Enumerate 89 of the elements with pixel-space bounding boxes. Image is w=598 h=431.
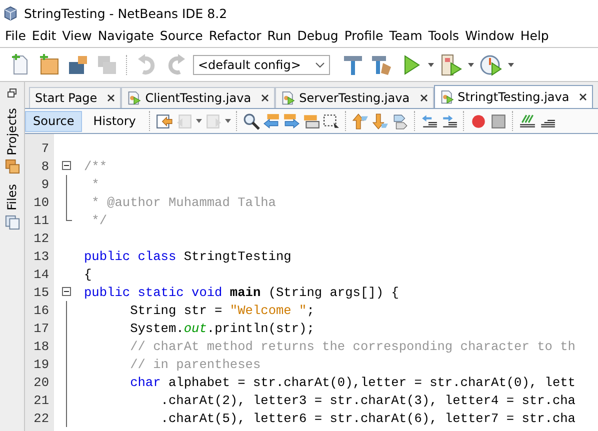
selection-icon[interactable] [322,112,340,130]
line-number: 16 [32,302,50,318]
menu-item[interactable]: Window [462,28,518,43]
menu-item[interactable]: File [2,28,29,43]
side-panel-tab[interactable]: Projects [5,108,19,156]
editor-tab[interactable]: ClientTesting.java [121,87,276,108]
restore-window-icon[interactable] [7,88,17,98]
collapse-fold-icon[interactable] [62,287,71,296]
line-number: 10 [32,194,50,210]
code-line: * @author Muhammad Talha [90,194,276,210]
app-cube-icon [3,6,18,20]
code-line: char alphabet = str.charAt(0),letter = str.charAt(0), lett [129,374,576,390]
code-line: .charAt(2), letter3 = str.charAt(3), letter4 = str.cha [160,392,576,408]
menu-item[interactable]: Tools [425,28,462,43]
code-line: // charAt method returns the corresponding character to th [129,338,576,354]
arrow-right-icon[interactable] [282,112,300,130]
code-line: // in parentheses [129,356,261,372]
view-toggle-button[interactable]: Source [25,110,82,132]
close-icon[interactable] [420,94,428,102]
line-number: 20 [32,374,50,390]
shift-right-icon[interactable] [440,112,458,130]
code-line: String str = "Welcome "; [129,302,314,318]
java-file-icon [281,91,296,105]
new-project-icon[interactable] [37,52,61,76]
stop-icon[interactable] [490,112,507,130]
side-panel-tab[interactable]: Files [5,184,19,211]
chevron-down-icon [315,62,325,68]
menu-item[interactable]: Profile [341,28,386,43]
menu-item[interactable]: Team [386,28,426,43]
code-line: { [84,266,92,282]
close-icon[interactable] [107,94,116,102]
caret-icon[interactable] [508,62,514,66]
code-line: /** [84,158,108,174]
code-line: System.out.println(str); [129,320,314,336]
line-number: 12 [32,230,50,246]
code-line: */ [90,212,108,228]
code-line: public class StringtTesting [84,248,292,264]
menu-item[interactable]: Source [156,28,206,43]
stacked-folders-icon [4,159,20,174]
line-number: 21 [32,392,50,408]
menu-item[interactable]: Help [517,28,552,43]
tag-icon[interactable] [392,112,409,130]
menu-item[interactable]: Run [264,28,294,43]
code-line: .charAt(5), letter6 = str.charAt(6), letter7 = str.cha [160,410,576,426]
editor-tab[interactable]: Start Page [29,87,122,108]
menu-item[interactable]: View [59,28,95,43]
line-number: 9 [40,176,50,192]
editor-tab[interactable]: ServerTesting.java [275,87,434,108]
comment-icon[interactable] [518,112,536,130]
caret-icon[interactable] [196,119,202,123]
menu-item[interactable]: Refactor [206,28,264,43]
last-edit-icon[interactable] [156,112,173,130]
arrow-left-icon[interactable] [262,112,280,130]
line-number: 15 [32,284,50,300]
shift-left-icon[interactable] [420,112,438,130]
java-file-icon [127,91,142,105]
menu-item[interactable]: Navigate [94,28,157,43]
arrow-up-icon[interactable] [352,112,369,130]
line-number: 11 [32,212,50,228]
view-toggle-button[interactable]: History [85,110,144,132]
caret-icon[interactable] [428,62,434,66]
close-icon[interactable] [579,93,588,101]
menu-item[interactable]: Debug [294,28,342,43]
line-number: 7 [40,140,50,156]
menu-item[interactable]: Edit [28,28,60,43]
line-number: 17 [32,320,50,336]
record-icon[interactable] [470,112,487,130]
line-number: 13 [32,248,50,264]
line-number: 8 [40,158,50,174]
code-line: * [90,176,100,192]
collapse-fold-icon[interactable] [62,161,71,170]
arrow-down-icon[interactable] [372,112,389,130]
caret-icon[interactable] [224,119,231,123]
line-number: 22 [32,410,50,426]
stacked-pages-icon [4,214,20,230]
line-number: 19 [32,356,50,372]
search-icon[interactable] [242,112,260,130]
code-line: public static void main (String args[]) { [84,284,399,300]
editor-tab[interactable]: StringtTesting.java [434,85,594,108]
debug-icon[interactable] [439,52,463,76]
window-title: StringTesting - NetBeans IDE 8.2 [24,6,228,20]
highlight-icon[interactable] [302,112,320,130]
close-icon[interactable] [261,94,270,102]
java-file-icon [440,90,454,104]
stopwatch-icon[interactable] [479,52,503,76]
caret-icon[interactable] [468,62,474,66]
line-number: 18 [32,338,50,354]
config-dropdown[interactable]: <default config> [193,54,330,74]
line-number: 14 [32,266,50,282]
